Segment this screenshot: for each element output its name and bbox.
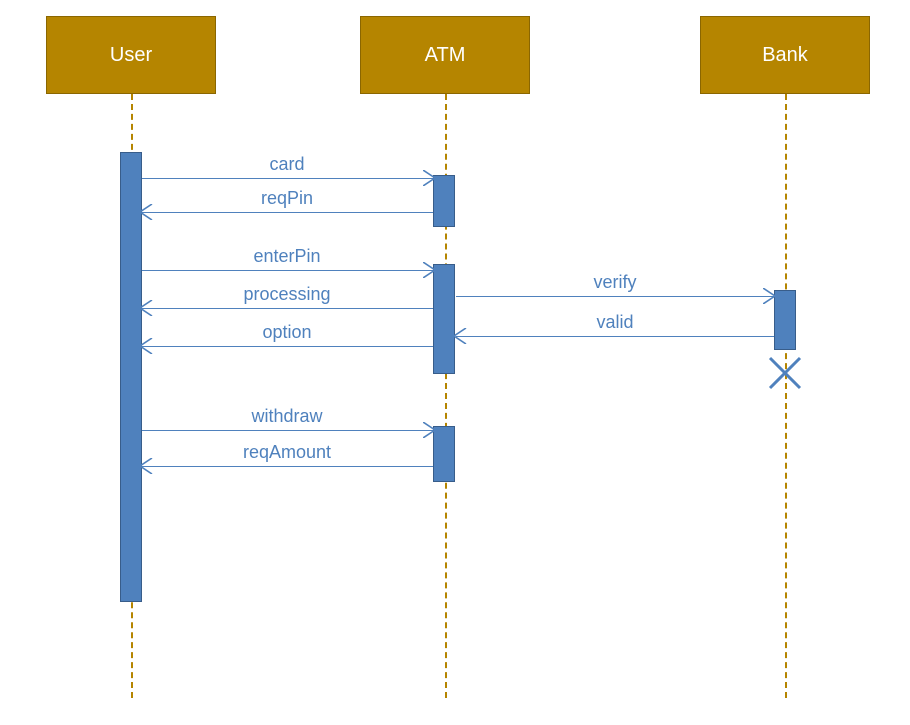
- lifeline-atm-label: ATM: [425, 44, 466, 67]
- msg-enterpin-line: [142, 270, 433, 271]
- msg-card-label: card: [269, 154, 304, 175]
- msg-withdraw-line: [142, 430, 433, 431]
- destroy-bank-icon: [768, 356, 802, 390]
- msg-card-line: [142, 178, 433, 179]
- msg-option-line: [142, 346, 433, 347]
- lifeline-bank: Bank: [700, 16, 870, 94]
- msg-valid-label: valid: [596, 312, 633, 333]
- msg-valid-line: [456, 336, 774, 337]
- lifeline-user: User: [46, 16, 216, 94]
- activation-bank: [774, 290, 796, 350]
- msg-processing-line: [142, 308, 433, 309]
- msg-reqpin-line: [142, 212, 433, 213]
- msg-withdraw-label: withdraw: [251, 406, 322, 427]
- msg-option-label: option: [262, 322, 311, 343]
- msg-enterpin-label: enterPin: [253, 246, 320, 267]
- msg-verify-line: [456, 296, 774, 297]
- lifeline-bank-label: Bank: [762, 44, 808, 67]
- msg-verify-label: verify: [593, 272, 636, 293]
- sequence-diagram: User ATM Bank card reqPin enterPin verif…: [0, 0, 910, 725]
- msg-reqamount-line: [142, 466, 433, 467]
- activation-atm-2: [433, 264, 455, 374]
- activation-user: [120, 152, 142, 602]
- msg-reqpin-label: reqPin: [261, 188, 313, 209]
- msg-processing-label: processing: [243, 284, 330, 305]
- lifeline-bank-dash: [785, 94, 787, 698]
- msg-reqamount-label: reqAmount: [243, 442, 331, 463]
- lifeline-user-label: User: [110, 44, 152, 67]
- lifeline-atm: ATM: [360, 16, 530, 94]
